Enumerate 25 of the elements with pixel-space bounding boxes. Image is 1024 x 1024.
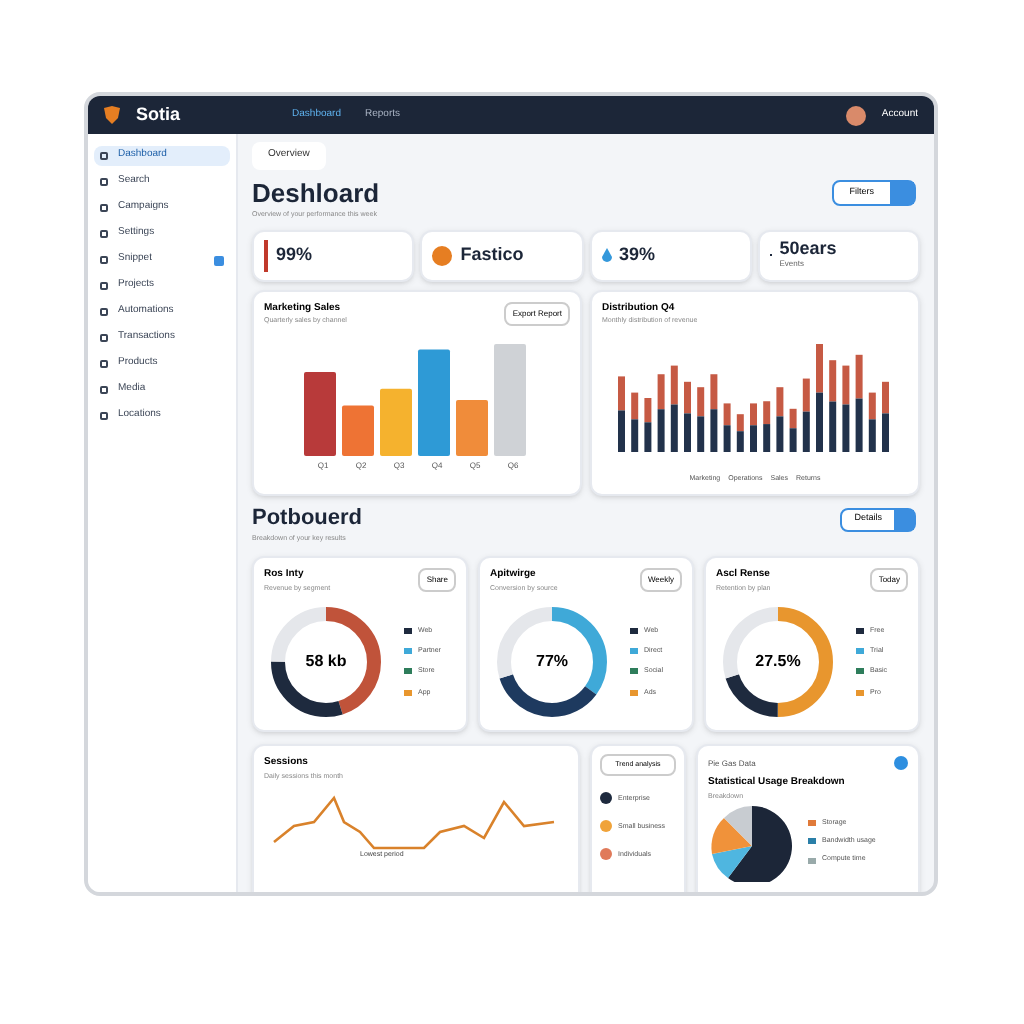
stat-value: 99% [276, 246, 313, 265]
item-icon [100, 204, 108, 212]
item-icon [100, 152, 108, 160]
pie-chart [708, 801, 796, 882]
item-icon [100, 256, 108, 264]
page-title: Deshloard [252, 179, 380, 205]
item-icon [100, 308, 108, 316]
donut-value: 58 kb [305, 653, 347, 670]
app-name: Sotia [136, 101, 181, 128]
avatar [845, 105, 866, 125]
item-icon [100, 412, 108, 420]
item-icon [100, 360, 108, 368]
donut-value: 77% [536, 653, 568, 670]
stat-value: 50ears [779, 240, 837, 259]
item-icon [100, 282, 108, 290]
stat-value: Fastico [460, 246, 524, 265]
donut-value: 27.5% [755, 653, 801, 670]
item-icon [100, 178, 108, 186]
section-title: Potbouerd [252, 507, 362, 530]
item-icon [100, 334, 108, 342]
item-icon [100, 386, 108, 394]
info-icon[interactable] [894, 756, 908, 770]
item-icon [100, 230, 108, 238]
stat-value: 39% [619, 246, 656, 265]
shield-icon [104, 106, 120, 124]
